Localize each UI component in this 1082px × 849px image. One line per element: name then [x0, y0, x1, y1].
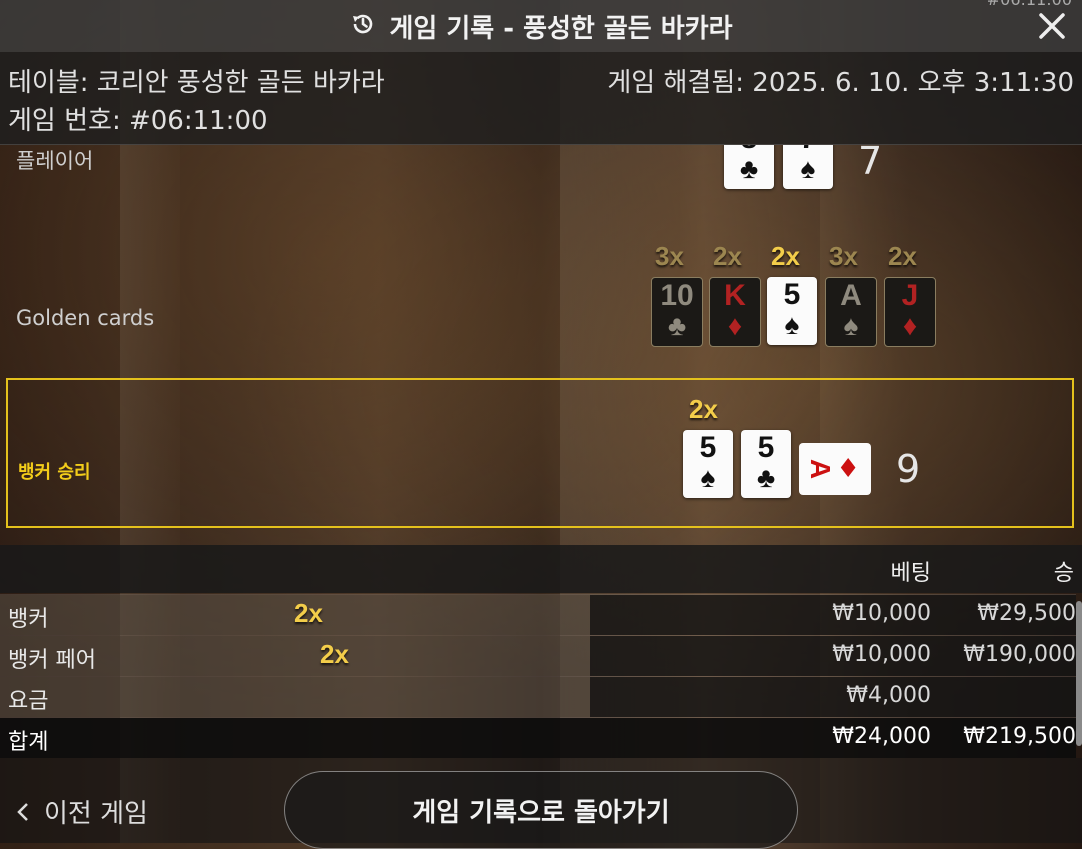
- multiplier-badge: 2x: [320, 639, 349, 669]
- bet-label: 뱅커: [8, 607, 49, 632]
- diamond-icon: ♦: [902, 310, 918, 341]
- multiplier-badge: 2x: [888, 241, 917, 271]
- bet-label: 요금: [8, 689, 49, 714]
- card-rank: 10: [660, 279, 694, 312]
- diamond-icon: ♦: [836, 454, 860, 484]
- bet-amount: ₩10,000: [832, 642, 931, 667]
- previous-game-label: 이전 게임: [44, 799, 148, 829]
- table-row: 뱅커 2x ₩10,000 ₩29,500: [0, 594, 1076, 635]
- multiplier-badge: 3x: [655, 241, 684, 271]
- card-rank: 5: [757, 431, 775, 464]
- banker-card-3: A ♦: [799, 443, 871, 495]
- scrollbar[interactable]: [1076, 601, 1082, 746]
- spade-icon: ♠: [800, 153, 816, 184]
- golden-card-1: 10 ♣: [651, 277, 703, 347]
- title-group: 게임 기록 - 풍성한 골든 바카라: [349, 8, 733, 45]
- game-number: 게임 번호: #06:11:00: [8, 106, 268, 136]
- banker-win-label: 뱅커 승리: [18, 462, 91, 483]
- golden-cards-label: Golden cards: [16, 306, 155, 330]
- total-win: ₩219,500: [963, 724, 1076, 749]
- win-amount: ₩29,500: [977, 601, 1076, 626]
- player-card-1: 8 ♣: [724, 145, 774, 189]
- player-score: 7: [858, 145, 883, 183]
- game-info: 테이블: 코리안 풍성한 골든 바카라 게임 해결됨: 2025. 6. 10.…: [0, 52, 1082, 145]
- results-panel: 플레이어 8 ♣ 7 ♠ 7 Golden cards 3x 10 ♣ 2x K…: [0, 145, 1082, 545]
- column-header-win: 승: [1053, 561, 1074, 586]
- banker-card-2: 5 ♣: [741, 430, 791, 498]
- close-button[interactable]: [1032, 6, 1072, 46]
- golden-card-5: J ♦: [884, 277, 936, 347]
- multiplier-badge: 2x: [294, 598, 323, 628]
- card-rank: 5: [699, 431, 717, 464]
- table-row: 뱅커 페어 2x ₩10,000 ₩190,000: [0, 635, 1076, 676]
- page-title: 게임 기록 - 풍성한 골든 바카라: [389, 13, 733, 44]
- club-icon: ♣: [667, 310, 687, 341]
- multiplier-badge: 2x: [689, 394, 718, 424]
- table-name: 테이블: 코리안 풍성한 골든 바카라: [8, 68, 385, 98]
- total-bet: ₩24,000: [832, 724, 931, 749]
- spade-icon: ♠: [700, 462, 716, 493]
- previous-game-button[interactable]: 이전 게임: [16, 793, 148, 830]
- card-rank: A: [840, 279, 862, 312]
- golden-card-3: 5 ♠: [767, 277, 817, 345]
- spade-icon: ♠: [784, 309, 800, 340]
- close-icon: [1039, 13, 1065, 39]
- bet-amount: ₩4,000: [846, 683, 931, 708]
- bets-table: 베팅 승 뱅커 2x ₩10,000 ₩29,500 뱅커 페어 2x ₩10,…: [0, 545, 1082, 758]
- golden-card-2: K ♦: [709, 277, 761, 347]
- multiplier-badge: 2x: [713, 241, 742, 271]
- banker-score: 9: [896, 447, 921, 491]
- card-rank: K: [724, 279, 746, 312]
- table-row: 요금 ₩4,000: [0, 676, 1076, 717]
- player-label: 플레이어: [16, 149, 94, 173]
- column-header-bet: 베팅: [890, 561, 931, 586]
- footer: 이전 게임 게임 기록으로 돌아가기: [0, 758, 1082, 849]
- card-rank: A: [805, 458, 837, 480]
- bet-label: 뱅커 페어: [8, 648, 96, 673]
- win-amount: ₩190,000: [963, 642, 1076, 667]
- multiplier-badge: 3x: [829, 241, 858, 271]
- bets-header: 베팅 승: [0, 545, 1082, 593]
- back-to-history-button[interactable]: 게임 기록으로 돌아가기: [284, 771, 798, 849]
- card-rank: 5: [783, 278, 801, 311]
- diamond-icon: ♦: [727, 310, 743, 341]
- resolved-time: 게임 해결됨: 2025. 6. 10. 오후 3:11:30: [607, 68, 1074, 98]
- club-icon: ♣: [756, 462, 776, 493]
- golden-card-4: A ♠: [825, 277, 877, 347]
- club-icon: ♣: [739, 153, 759, 184]
- player-card-2: 7 ♠: [783, 145, 833, 189]
- title-bar: #06:11:00 게임 기록 - 풍성한 골든 바카라: [0, 0, 1082, 52]
- banker-card-1: 5 ♠: [683, 430, 733, 498]
- card-rank: J: [901, 279, 919, 312]
- back-to-history-label: 게임 기록으로 돌아가기: [412, 797, 670, 828]
- table-row-total: 합계 ₩24,000 ₩219,500: [0, 717, 1076, 758]
- total-label: 합계: [8, 730, 49, 755]
- bet-amount: ₩10,000: [832, 601, 931, 626]
- multiplier-badge: 2x: [771, 241, 800, 271]
- spade-icon: ♠: [843, 310, 859, 341]
- chevron-left-icon: [17, 802, 28, 821]
- history-icon: [349, 10, 377, 42]
